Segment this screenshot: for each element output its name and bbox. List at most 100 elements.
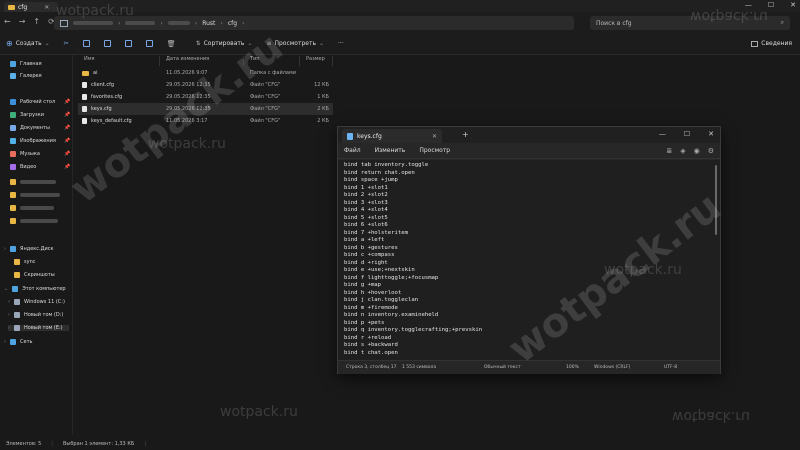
more-button[interactable]: ···	[338, 40, 344, 47]
breadcrumb-rust[interactable]: Rust	[202, 20, 215, 27]
file-icon	[82, 82, 87, 88]
menu-file[interactable]: Файл	[344, 147, 361, 154]
search-icon: ⌕	[780, 19, 784, 26]
sidebar-item-this-pc[interactable]: ⌄ Этот компьютер	[4, 286, 66, 292]
menu-edit[interactable]: Изменить	[375, 147, 406, 154]
network-icon	[10, 339, 16, 345]
sidebar-item-yandex-disk[interactable]: › Яндекс.Диск	[4, 246, 54, 252]
sidebar-item-gallery[interactable]: Галерея	[10, 73, 42, 79]
sidebar-item-drive-d[interactable]: › Новый том (D:)	[8, 312, 63, 318]
column-header-size[interactable]: Размер	[300, 56, 333, 66]
sidebar-item-drive-c[interactable]: › Windows 11 (C:)	[8, 299, 65, 305]
notepad-editor[interactable]: bind tab inventory.toggle bind return ch…	[338, 160, 720, 360]
status-zoom[interactable]: 100%	[566, 365, 579, 370]
maximize-button[interactable]: ☐	[768, 1, 774, 9]
sidebar-item-network[interactable]: › Сеть	[4, 339, 32, 345]
sidebar-item-screenshots[interactable]: Скриншоты	[14, 272, 55, 278]
notepad-window: keys.cfg ✕ + — ☐ ✕ Файл Изменить Просмот…	[337, 126, 721, 374]
new-tab-button[interactable]: +	[462, 130, 469, 139]
notepad-tab[interactable]: keys.cfg ✕	[342, 129, 442, 143]
file-type: Файл "CFG"	[250, 106, 281, 112]
minimize-button[interactable]: —	[745, 1, 752, 9]
forward-icon[interactable]: →	[19, 17, 26, 26]
sidebar-item-drive-e[interactable]: › Новый том (E:)	[8, 325, 69, 331]
chevron-down-icon: ⌄	[4, 286, 9, 292]
file-size: 2 КБ	[317, 106, 329, 112]
view-button[interactable]: ≡ Просмотреть ⌄	[266, 40, 324, 47]
pin-icon: 📌	[64, 99, 71, 105]
rename-icon[interactable]	[124, 40, 132, 47]
explorer-status-bar: Элементов: 5 | Выбран 1 элемент: 1,33 КБ…	[0, 438, 800, 450]
back-icon[interactable]: ←	[4, 17, 11, 26]
close-button[interactable]: ✕	[790, 1, 796, 9]
file-type: Файл "CFG"	[250, 94, 281, 100]
sidebar-item-redacted[interactable]	[10, 192, 60, 198]
sidebar-item-downloads[interactable]: Загрузки	[10, 112, 44, 118]
column-header-name[interactable]: Имя	[78, 56, 160, 66]
sort-icon: ⇅	[195, 40, 201, 47]
file-date: 29.05.2026 12:35	[166, 106, 211, 112]
address-bar[interactable]: › › › Rust › cfg ›	[54, 16, 574, 30]
file-row-selected[interactable]: keys.cfg 29.05.2026 12:35 Файл "CFG" 2 К…	[78, 103, 333, 115]
close-button[interactable]: ✕	[708, 130, 714, 138]
chevron-down-icon: ⌄	[318, 40, 325, 47]
format-icon[interactable]: ≣	[666, 147, 672, 155]
status-cursor-position: Строка 3, столбец 17	[346, 365, 397, 370]
code-line: bind d +right	[344, 259, 388, 266]
file-row[interactable]: ai 11.05.2026 9:07 Папка с файлами	[78, 67, 333, 79]
close-tab-icon[interactable]: ✕	[44, 4, 49, 11]
drive-icon	[14, 325, 20, 331]
status-encoding[interactable]: UTF-8	[664, 365, 677, 370]
sort-label: Сортировать	[203, 40, 245, 47]
maximize-button[interactable]: ☐	[684, 130, 690, 138]
sidebar-item-redacted[interactable]	[10, 218, 58, 224]
sidebar-item-videos[interactable]: Видео	[10, 164, 36, 170]
sidebar-item-label: Этот компьютер	[22, 286, 66, 292]
pictures-icon	[10, 138, 16, 144]
details-button[interactable]: Сведения	[751, 40, 792, 47]
desktop-icon	[10, 99, 16, 105]
paste-icon[interactable]	[103, 40, 111, 47]
notepad-menubar: Файл Изменить Просмотр	[338, 143, 720, 159]
copy-icon[interactable]	[82, 40, 90, 47]
explorer-tab[interactable]: cfg ✕	[4, 2, 58, 12]
column-header-date[interactable]: Дата изменения	[160, 56, 244, 66]
sidebar-item-label: Скриншоты	[24, 272, 55, 278]
file-row[interactable]: favorites.cfg 29.05.2026 12:35 Файл "CFG…	[78, 91, 333, 103]
sidebar-item-desktop[interactable]: Рабочий стол	[10, 99, 55, 105]
account-icon[interactable]: ◉	[694, 147, 700, 155]
code-line: bind j clan.toggleclan	[344, 297, 419, 303]
delete-icon[interactable]: 🗑	[167, 40, 176, 48]
breadcrumb-cfg[interactable]: cfg	[228, 20, 237, 27]
sort-button[interactable]: ⇅ Сортировать ⌄	[196, 40, 253, 47]
menu-view[interactable]: Просмотр	[419, 147, 450, 154]
search-input[interactable]: Поиск в cfg ⌕	[590, 16, 790, 30]
close-tab-icon[interactable]: ✕	[432, 133, 437, 140]
column-header-type[interactable]: Тип	[244, 56, 300, 66]
sidebar-item-documents[interactable]: Документы	[10, 125, 50, 131]
folder-icon	[8, 4, 15, 10]
code-line: bind q inventory.togglecrafting;+prevski…	[344, 327, 483, 333]
redacted-label	[20, 219, 58, 223]
share-icon[interactable]	[145, 40, 153, 47]
status-line-endings[interactable]: Windows (CRLF)	[594, 365, 630, 370]
sidebar-item-home[interactable]: Главная	[10, 61, 42, 67]
sidebar-item-music[interactable]: Музыка	[10, 151, 40, 157]
settings-icon[interactable]: ⚙	[708, 147, 714, 155]
sidebar-item-sync[interactable]: sync	[14, 259, 35, 265]
new-button[interactable]: ⊕ Создать ⌄	[6, 39, 50, 48]
file-row[interactable]: client.cfg 29.05.2026 12:35 Файл "CFG" 1…	[78, 79, 333, 91]
up-icon[interactable]: ↑	[33, 17, 40, 26]
sidebar-item-redacted[interactable]	[10, 205, 54, 211]
file-list-header: Имя Дата изменения Тип Размер	[78, 56, 333, 66]
copilot-icon[interactable]: ◈	[680, 147, 685, 155]
cut-icon[interactable]: ✂	[64, 40, 69, 47]
file-icon	[82, 106, 87, 112]
sidebar-item-label: Windows 11 (C:)	[24, 299, 65, 305]
sidebar-item-pictures[interactable]: Изображения	[10, 138, 56, 144]
file-row[interactable]: keys_default.cfg 11.05.2026 3:17 Файл "C…	[78, 115, 333, 127]
editor-scrollbar[interactable]	[715, 165, 717, 235]
sidebar-item-redacted[interactable]	[10, 179, 56, 185]
code-line: bind b +gestures	[344, 244, 398, 251]
minimize-button[interactable]: —	[659, 130, 666, 138]
